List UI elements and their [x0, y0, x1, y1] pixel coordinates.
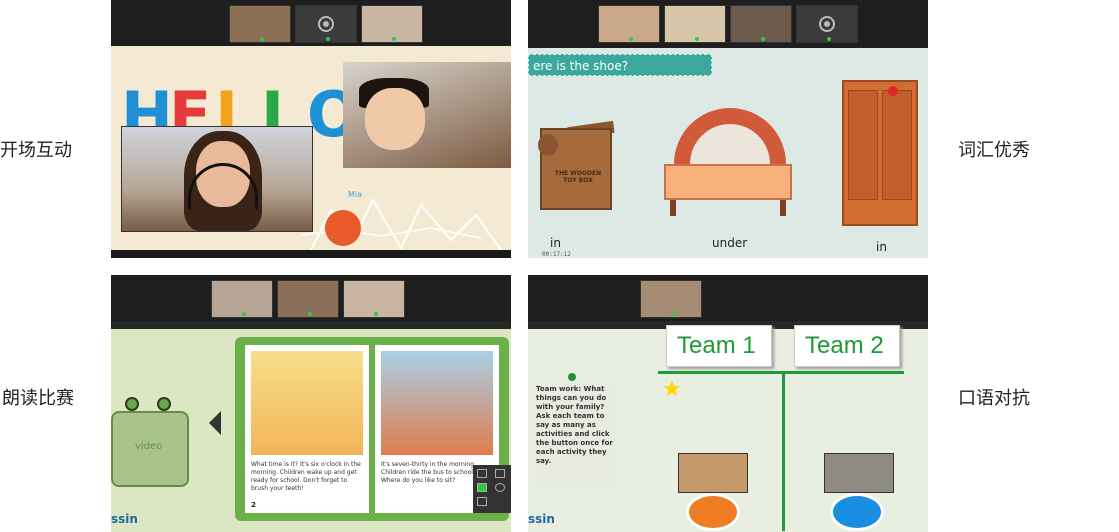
page-number: 2 — [251, 501, 256, 509]
page-text: What time is it? It's six o'clock in the… — [251, 461, 361, 492]
question-banner: ere is the shoe? — [528, 54, 712, 76]
participant-bar — [111, 275, 511, 321]
team-1-label: Team 1 — [677, 332, 756, 359]
participant-thumb[interactable] — [211, 280, 273, 318]
whiteboard-scribble — [300, 197, 502, 251]
mic-icon — [629, 37, 633, 41]
mic-icon — [761, 37, 765, 41]
participant-thumb[interactable] — [640, 280, 702, 318]
pen-icon[interactable] — [477, 483, 487, 492]
mic-icon — [695, 37, 699, 41]
session-timer: 00:17:12 — [542, 251, 571, 258]
participant-thumb[interactable] — [343, 280, 405, 318]
screen-icon[interactable] — [495, 469, 505, 478]
word-label: in — [876, 240, 887, 254]
video-placeholder[interactable]: video — [111, 411, 189, 487]
participant-thumb[interactable] — [277, 280, 339, 318]
scoreboard-divider — [658, 371, 904, 374]
participant-thumb[interactable] — [730, 5, 792, 43]
toybox-text: THE WOODEN TOY BOX — [554, 170, 602, 184]
team-2-label: Team 2 — [805, 332, 884, 359]
school-bus-illustration — [381, 351, 493, 455]
storybook: What time is it? It's six o'clock in the… — [235, 337, 509, 521]
mic-icon — [827, 37, 831, 41]
student-video-team-1 — [678, 453, 748, 493]
screenshot-vocabulary: ere is the shoe? THE WOODEN TOY BOX in u… — [528, 0, 928, 258]
participant-bar — [528, 0, 928, 48]
alarm-clock-illustration — [251, 351, 363, 455]
screenshot-speaking-battle: Team 1 Team 2 ★ Team work: What things c… — [528, 275, 928, 532]
previous-page-arrow-icon[interactable] — [209, 411, 221, 435]
mic-icon — [374, 312, 378, 316]
participant-bar — [528, 275, 928, 321]
label-speaking-battle: 口语对抗 — [958, 388, 1030, 409]
team-2-score-button[interactable] — [830, 493, 884, 531]
instruction-note: Team work: What things can you do with y… — [530, 379, 616, 491]
student-video-team-2 — [824, 453, 894, 493]
instruction-text: Team work: What things can you do with y… — [536, 385, 613, 465]
label-opening-interaction: 开场互动 — [0, 140, 72, 161]
scoreboard-divider — [782, 371, 785, 531]
participant-thumb[interactable] — [598, 5, 660, 43]
teddy-bear-icon — [538, 134, 558, 156]
word-label: in — [550, 236, 561, 250]
timer-icon[interactable] — [495, 483, 505, 492]
team-1-box: Team 1 — [666, 325, 772, 367]
participant-thumb[interactable] — [796, 5, 858, 43]
star-icon: ★ — [662, 377, 682, 402]
logo: ssin — [528, 512, 555, 526]
pin-icon — [568, 373, 576, 381]
screenshot-reading-contest: video What time is it? It's six o'clock … — [111, 275, 511, 532]
logo: ssin — [111, 512, 138, 526]
robot-eye-icon — [125, 397, 139, 411]
file-name-bar — [111, 321, 511, 329]
chat-icon[interactable] — [477, 469, 487, 478]
robot-eye-icon — [157, 397, 171, 411]
screenshot-opening-interaction: H E L L O Mia — [111, 0, 511, 258]
toolbox-panel — [473, 465, 511, 513]
question-text: ere is the shoe? — [533, 59, 629, 73]
team-2-box: Team 2 — [794, 325, 900, 367]
save-icon[interactable] — [477, 497, 487, 506]
video-controls-bar — [111, 250, 511, 258]
label-vocabulary: 词汇优秀 — [958, 140, 1030, 161]
wardrobe-image — [842, 80, 918, 226]
mic-icon — [242, 312, 246, 316]
participant-thumb[interactable] — [664, 5, 726, 43]
label-reading-contest: 朗读比赛 — [2, 388, 74, 409]
book-page-left: What time is it? It's six o'clock in the… — [245, 345, 369, 513]
shoe-marker[interactable] — [888, 86, 898, 96]
video-label: video — [135, 441, 163, 452]
team-1-score-button[interactable] — [686, 493, 740, 531]
word-label: under — [712, 236, 748, 250]
camera-off-icon — [819, 16, 835, 32]
mic-icon — [308, 312, 312, 316]
mic-icon — [671, 312, 675, 316]
